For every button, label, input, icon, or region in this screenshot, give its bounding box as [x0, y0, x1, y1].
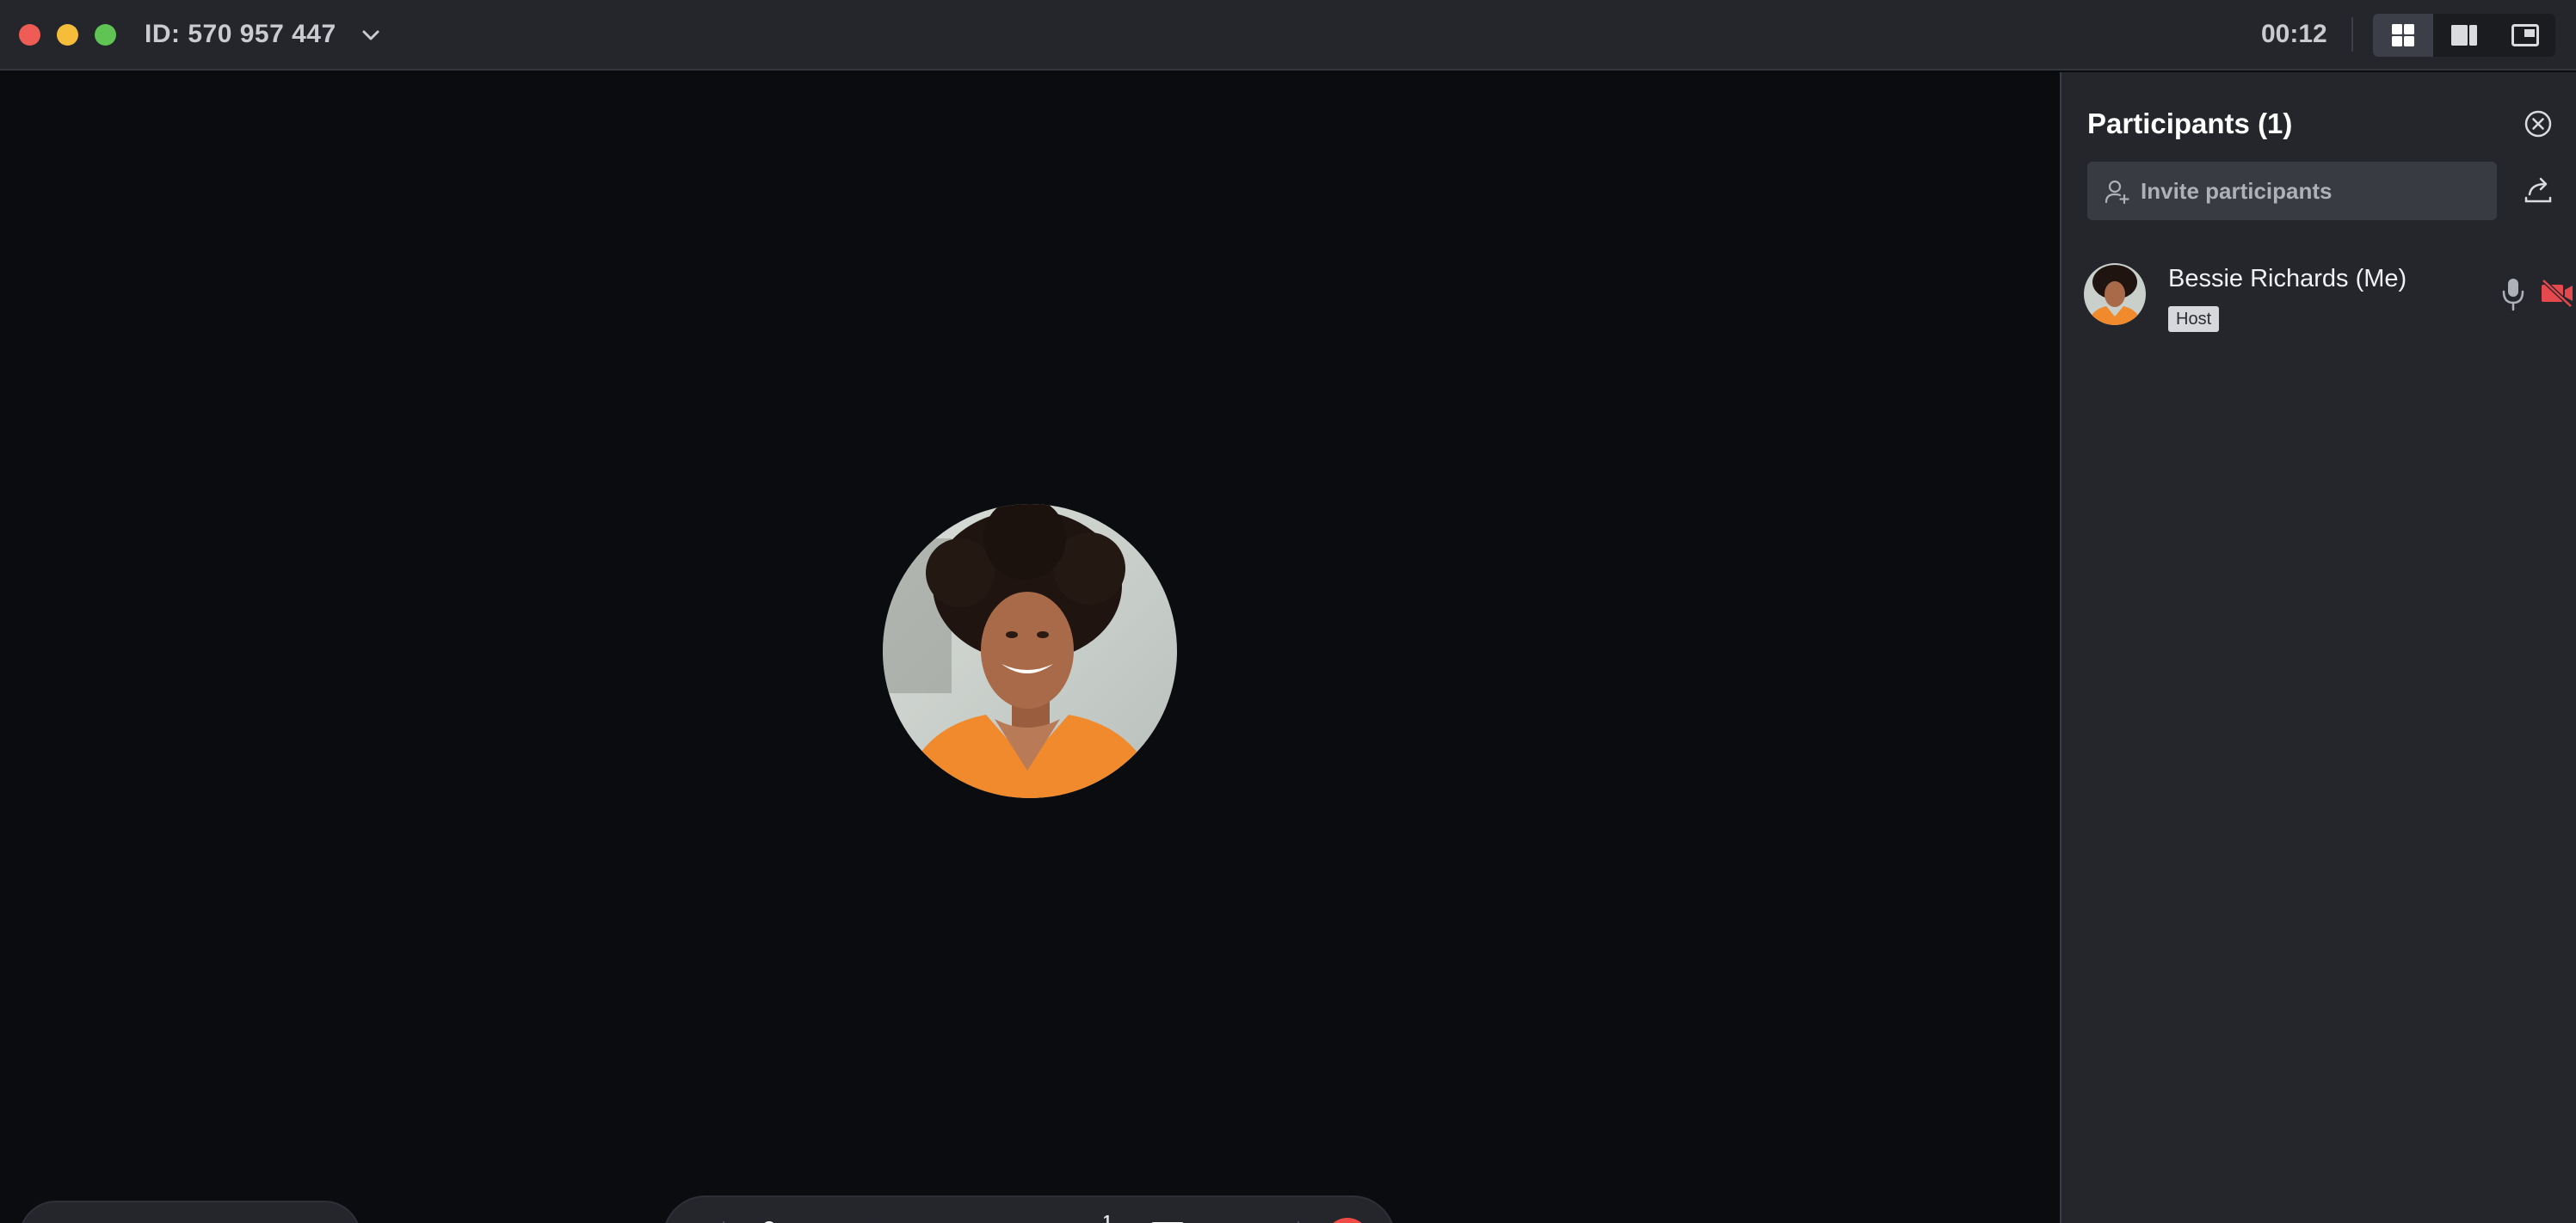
grid-icon [2392, 24, 2414, 46]
portrait-image [883, 504, 1177, 798]
window-close-button[interactable] [19, 24, 40, 46]
participants-panel: Participants (1) Invite participants Bes… [2060, 72, 2576, 1223]
chevron-down-icon[interactable] [358, 22, 384, 48]
participant-name: Bessie Richards (Me) [2168, 265, 2407, 292]
participants-count-badge: 1 [1103, 1213, 1112, 1223]
microphone-icon[interactable] [2500, 277, 2526, 311]
pip-layout-button[interactable] [2495, 14, 2555, 57]
layout-mode-switcher [2373, 14, 2555, 57]
grid-layout-button[interactable] [2373, 14, 2433, 57]
add-user-icon [2105, 180, 2129, 205]
microphone-icon [764, 1221, 774, 1223]
avatar-portrait-image [2084, 263, 2146, 325]
share-screen-icon [977, 1220, 1017, 1223]
leave-meeting-button[interactable] [1325, 1218, 1370, 1223]
titlebar-divider [2351, 17, 2353, 52]
mute-button[interactable] [750, 1220, 788, 1223]
host-badge: Host [2168, 306, 2220, 332]
title-bar: ID: 570 957 447 00:12 [0, 0, 2576, 71]
picture-in-picture-icon [2511, 24, 2539, 46]
invite-participants-label: Invite participants [2141, 178, 2333, 204]
chat-bar [19, 1201, 361, 1223]
window-maximize-button[interactable] [95, 24, 116, 46]
sort-arrows-icon [1151, 1222, 1184, 1223]
avatar [2084, 263, 2146, 325]
meeting-timer: 00:12 [2261, 20, 2327, 48]
panel-title: Participants (1) [2087, 108, 2293, 139]
reorder-button[interactable] [1148, 1220, 1187, 1223]
participant-video-avatar [883, 504, 1177, 798]
speaker-layout-button[interactable] [2434, 14, 2494, 57]
camera-off-icon[interactable] [2540, 279, 2574, 308]
invite-participants-button[interactable]: Invite participants [2087, 162, 2497, 220]
share-screen-button[interactable] [977, 1220, 1017, 1223]
meeting-controls: 1 [662, 1195, 1396, 1223]
participant-list-item[interactable]: Bessie Richards (Me) Host [2084, 260, 2573, 337]
share-icon[interactable] [2523, 174, 2554, 205]
video-stage: 1 [0, 72, 2060, 1223]
window-minimize-button[interactable] [57, 24, 78, 46]
meeting-id[interactable]: ID: 570 957 447 [145, 17, 336, 52]
close-icon[interactable] [2523, 108, 2554, 139]
speaker-view-icon [2451, 25, 2477, 46]
